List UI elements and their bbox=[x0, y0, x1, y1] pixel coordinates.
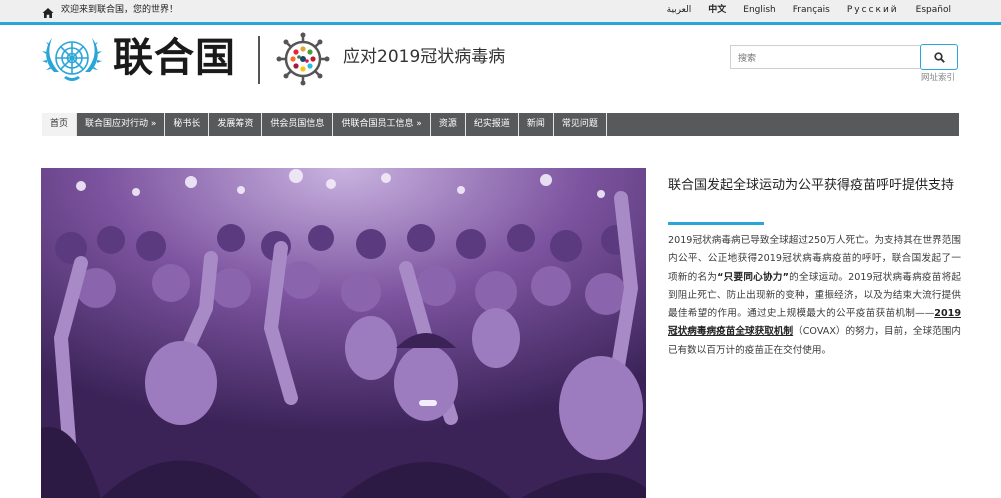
search-icon bbox=[934, 52, 945, 63]
search-input[interactable] bbox=[731, 48, 920, 70]
lang-russian[interactable]: Русский bbox=[847, 4, 899, 17]
lang-spanish[interactable]: Español bbox=[916, 4, 951, 17]
nav-item-un-response[interactable]: 联合国应对行动 » bbox=[77, 113, 166, 136]
nav-item-stories[interactable]: 纪实报道 bbox=[466, 113, 519, 136]
lang-english[interactable]: English bbox=[743, 4, 776, 17]
nav-item-resources[interactable]: 资源 bbox=[431, 113, 466, 136]
language-switcher: العربية 中文 English Français Русский Espa… bbox=[667, 4, 951, 17]
nav-item-secretary-general[interactable]: 秘书长 bbox=[165, 113, 210, 136]
nav-item-news[interactable]: 新闻 bbox=[519, 113, 554, 136]
nav-item-faq[interactable]: 常见问题 bbox=[554, 113, 607, 136]
lang-french[interactable]: Français bbox=[793, 4, 830, 17]
nav-item-member-states[interactable]: 供会员国信息 bbox=[262, 113, 334, 136]
nav-item-un-staff[interactable]: 供联合国员工信息 » bbox=[333, 113, 431, 136]
article-body: 2019冠状病毒病已导致全球超过250万人死亡。为支持其在世界范围内公平、公正地… bbox=[668, 232, 961, 360]
lang-arabic[interactable]: العربية bbox=[667, 4, 692, 17]
covid-response-title[interactable]: 应对2019冠状病毒病 bbox=[343, 46, 505, 68]
logo-divider bbox=[258, 36, 260, 84]
covid-response-logo-icon[interactable] bbox=[276, 32, 330, 86]
title-accent-rule bbox=[668, 222, 764, 225]
home-icon[interactable] bbox=[42, 4, 54, 18]
lang-chinese[interactable]: 中文 bbox=[708, 4, 726, 17]
sitemap-link[interactable]: 网址索引 bbox=[921, 71, 955, 83]
search-button[interactable] bbox=[920, 44, 958, 70]
header-accent-rule bbox=[0, 22, 1001, 25]
campaign-name: “只要同心协力” bbox=[717, 271, 789, 283]
main-nav: 首页 联合国应对行动 » 秘书长 发展筹资 供会员国信息 供联合国员工信息 » … bbox=[42, 113, 959, 136]
article-title[interactable]: 联合国发起全球运动为公平获得疫苗呼吁提供支持 bbox=[668, 177, 964, 195]
nav-item-financing[interactable]: 发展筹资 bbox=[209, 113, 263, 136]
welcome-text: 欢迎来到联合国，您的世界！ bbox=[61, 5, 179, 15]
nav-item-home[interactable]: 首页 bbox=[42, 113, 78, 136]
un-emblem-icon[interactable] bbox=[40, 32, 104, 86]
top-utility-bar: 欢迎来到联合国，您的世界！ العربية 中文 English Françai… bbox=[0, 0, 1001, 22]
search-field[interactable] bbox=[730, 45, 920, 70]
hero-crowd-image[interactable] bbox=[41, 168, 646, 498]
un-name-logo[interactable]: 联合国 bbox=[113, 34, 236, 82]
